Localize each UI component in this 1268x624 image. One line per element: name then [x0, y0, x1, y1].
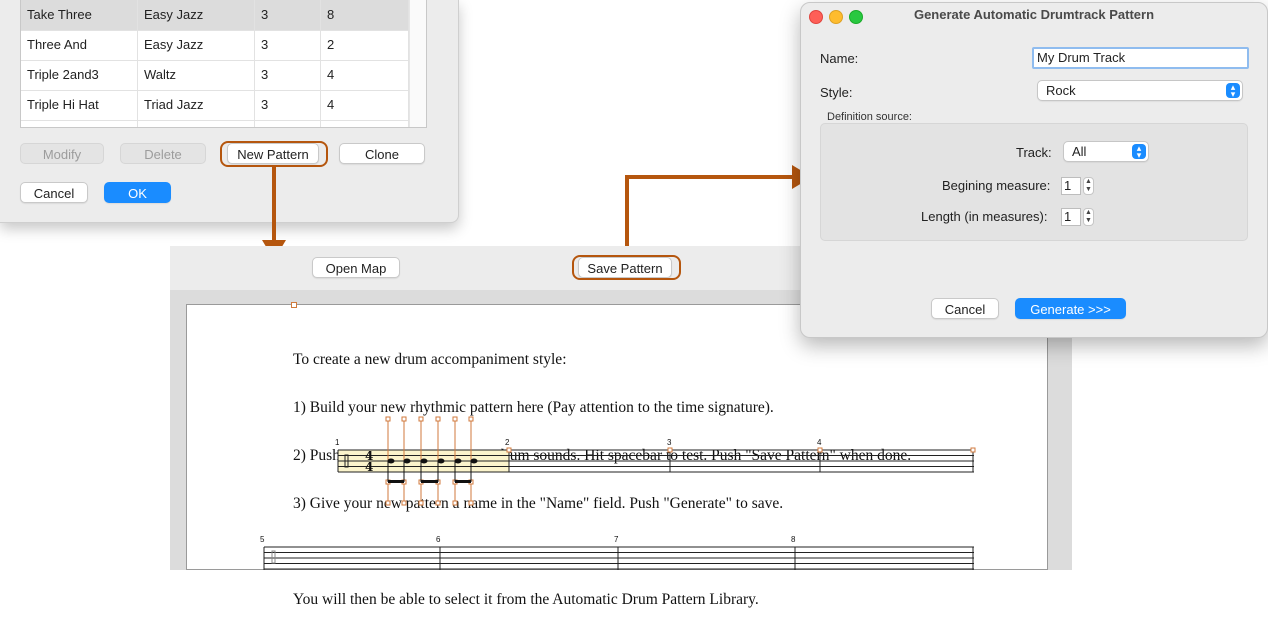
arrow-line [625, 175, 629, 248]
pattern-style-cell: Easy Jazz [138, 0, 255, 30]
measure-number: 3 [667, 438, 672, 447]
length-field[interactable]: 1 [1061, 208, 1081, 226]
name-field[interactable]: My Drum Track [1032, 47, 1249, 69]
begin-measure-label: Begining measure: [942, 178, 1051, 193]
pattern-beats-cell: 3 [255, 0, 321, 30]
clone-button[interactable]: Clone [339, 143, 425, 164]
generate-button[interactable]: Generate >>> [1015, 298, 1126, 319]
cancel-button[interactable]: Cancel [20, 182, 88, 203]
instruction-line: You will then be able to select it from … [293, 591, 759, 608]
track-select[interactable]: All ▴ ▾ [1063, 141, 1149, 162]
length-label: Length (in measures): [921, 209, 1048, 224]
pattern-measures-cell: 2 [321, 30, 409, 60]
open-map-button[interactable]: Open Map [312, 257, 400, 278]
measure-number: 2 [505, 438, 510, 447]
measure-number: 5 [260, 535, 265, 544]
table-row[interactable]: Triple 2and3 Waltz 3 4 [21, 60, 409, 91]
drum-staff-system-1[interactable]: 4 4 1 2 3 4 [330, 412, 980, 510]
pattern-beats-cell: 3 [255, 90, 321, 120]
ok-button[interactable]: OK [104, 182, 171, 203]
pattern-library-window: Take Three Easy Jazz 3 8 Three And Easy … [0, 0, 459, 223]
save-pattern-callout [572, 255, 681, 280]
table-row[interactable]: Three And Easy Jazz 3 2 [21, 30, 409, 61]
style-label: Style: [820, 85, 853, 100]
pattern-name-cell: Triple Hi Hat [21, 90, 138, 120]
new-pattern-callout [220, 141, 328, 167]
pattern-style-cell: Triad Jazz [138, 90, 255, 120]
empty-cell [321, 120, 409, 127]
pattern-measures-cell: 8 [321, 0, 409, 30]
pattern-library-table[interactable]: Take Three Easy Jazz 3 8 Three And Easy … [20, 0, 427, 128]
text-anchor-handle[interactable] [291, 302, 297, 308]
pattern-name-cell: Triple 2and3 [21, 60, 138, 90]
empty-cell [21, 120, 138, 127]
measure-number: 1 [335, 438, 340, 447]
definition-source-label: Definition source: [827, 111, 912, 123]
track-label: Track: [1016, 145, 1052, 160]
empty-cell [255, 120, 321, 127]
pattern-name-cell: Take Three [21, 0, 138, 30]
empty-cell [138, 120, 255, 127]
modify-button[interactable]: Modify [20, 143, 104, 164]
table-row[interactable]: Take Three Easy Jazz 3 8 [21, 0, 409, 31]
style-select[interactable]: Rock ▴ ▾ [1037, 80, 1243, 101]
track-select-value: All [1072, 144, 1087, 159]
pattern-style-cell: Easy Jazz [138, 30, 255, 60]
table-scrollbar[interactable] [409, 0, 426, 127]
pattern-measures-cell: 4 [321, 60, 409, 90]
pattern-beats-cell: 3 [255, 60, 321, 90]
dialog-title: Generate Automatic Drumtrack Pattern [913, 7, 1155, 22]
drum-staff-system-2[interactable]: 5 6 7 8 [256, 532, 980, 570]
instruction-line: To create a new drum accompaniment style… [293, 351, 567, 368]
arrow-line [625, 175, 795, 179]
table-row[interactable] [21, 120, 409, 127]
chevron-updown-icon: ▴ ▾ [1226, 83, 1240, 99]
time-signature-bottom: 4 [365, 460, 373, 474]
pattern-style-cell: Waltz [138, 60, 255, 90]
length-stepper[interactable]: ▲ ▼ [1083, 208, 1094, 226]
delete-button[interactable]: Delete [120, 143, 206, 164]
dialog-cancel-button[interactable]: Cancel [931, 298, 999, 319]
style-select-value: Rock [1046, 83, 1076, 98]
begin-measure-field[interactable]: 1 [1061, 177, 1081, 195]
table-row[interactable]: Triple Hi Hat Triad Jazz 3 4 [21, 90, 409, 121]
measure-number: 7 [614, 535, 619, 544]
pattern-measures-cell: 4 [321, 90, 409, 120]
pattern-name-cell: Three And [21, 30, 138, 60]
begin-measure-stepper[interactable]: ▲ ▼ [1083, 177, 1094, 195]
arrow-line [272, 167, 276, 243]
name-label: Name: [820, 51, 859, 66]
pattern-beats-cell: 3 [255, 30, 321, 60]
measure-number: 8 [791, 535, 796, 544]
measure-number: 4 [817, 438, 822, 447]
chevron-updown-icon: ▴ ▾ [1132, 144, 1146, 160]
measure-number: 6 [436, 535, 441, 544]
